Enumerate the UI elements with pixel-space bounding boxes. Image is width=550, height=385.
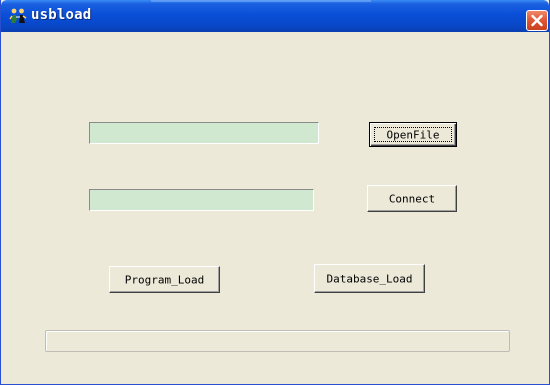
usbload-window: usbload OpenFile Connect Program_Load Da… <box>0 0 550 385</box>
window-title: usbload <box>31 7 92 23</box>
connection-field[interactable] <box>89 189 314 211</box>
close-button[interactable] <box>526 10 548 31</box>
database-load-label: Database_Load <box>326 272 413 285</box>
file-path-field[interactable] <box>89 122 319 144</box>
program-load-label: Program_Load <box>124 273 205 286</box>
program-load-button[interactable]: Program_Load <box>109 266 220 293</box>
progress-bar <box>45 330 510 352</box>
open-file-label: OpenFile <box>386 128 440 141</box>
connect-button[interactable]: Connect <box>367 185 457 212</box>
connect-label: Connect <box>388 192 436 205</box>
open-file-button[interactable]: OpenFile <box>369 122 457 147</box>
database-load-button[interactable]: Database_Load <box>314 264 425 293</box>
close-icon <box>531 14 543 27</box>
title-bar[interactable]: usbload <box>1 0 549 32</box>
usb-figures-icon <box>9 8 27 23</box>
